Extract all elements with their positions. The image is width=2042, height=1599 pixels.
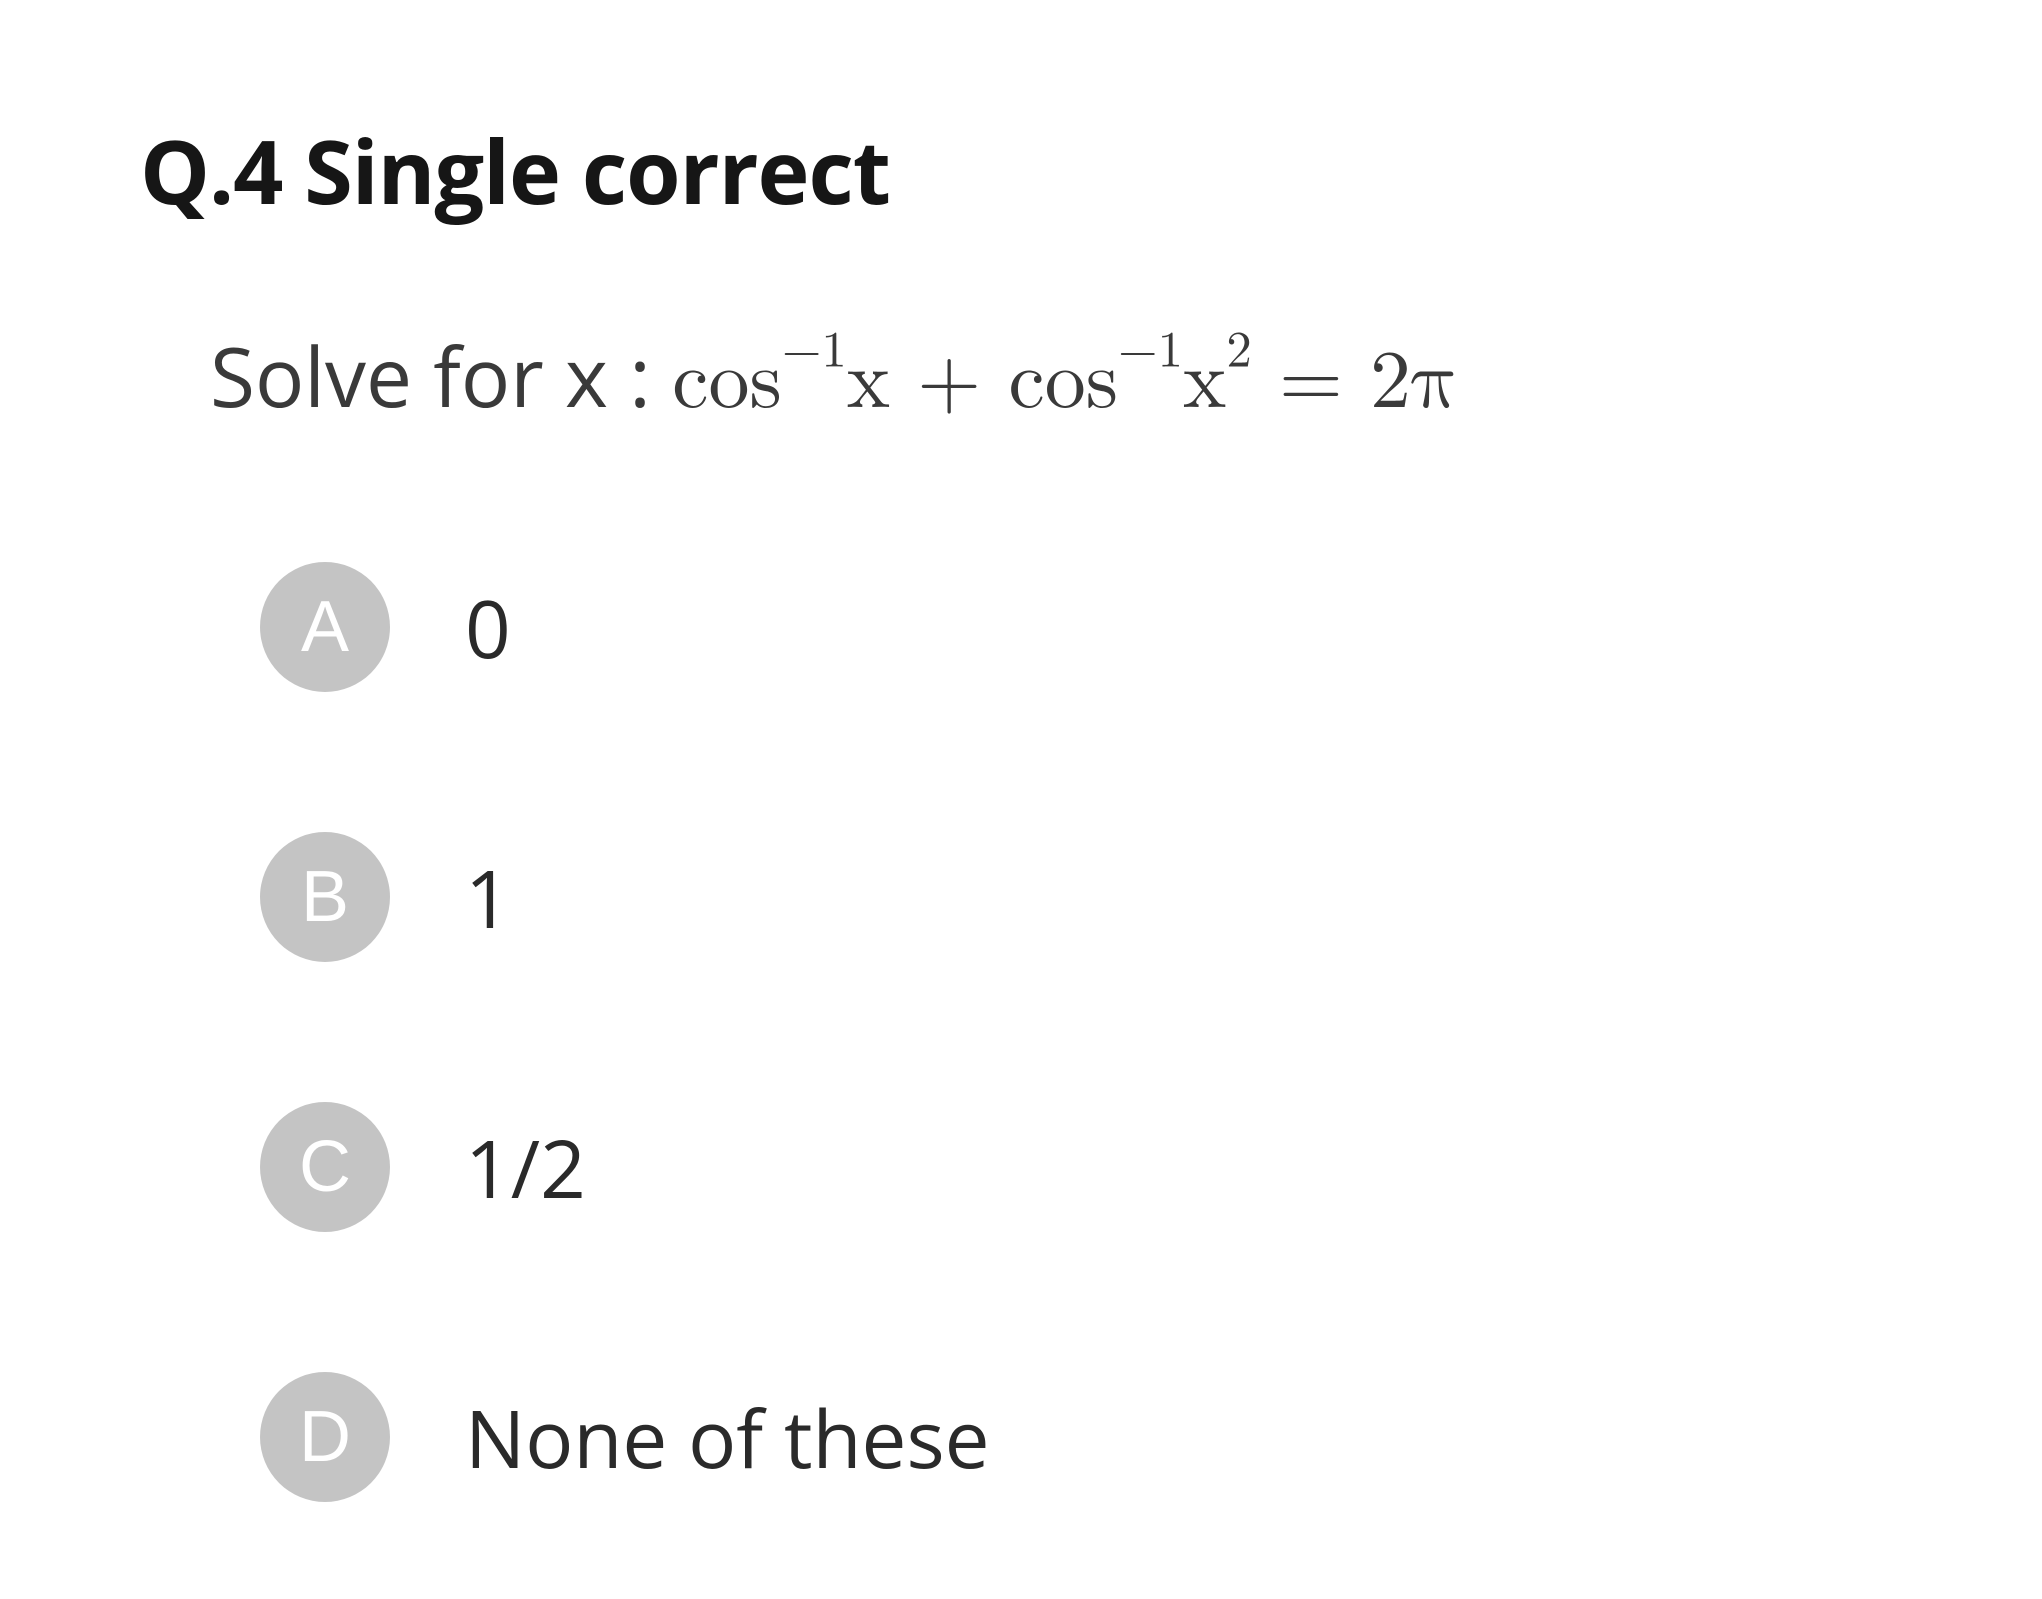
exp-minus1-a: −1 [782, 325, 847, 376]
option-badge-c: C [260, 1102, 390, 1232]
question-page: Q.4 Single correct Solve for x : cos−1x … [0, 0, 2042, 1599]
option-text-b: 1 [465, 843, 511, 952]
options-list: A 0 B 1 C 1/2 D None of these [260, 562, 1902, 1502]
exp-squared: 2 [1226, 325, 1251, 376]
option-d[interactable]: D None of these [260, 1372, 1902, 1502]
equals-sign: = [1252, 341, 1370, 423]
question-heading: Q.4 Single correct [140, 110, 1902, 230]
option-badge-a: A [260, 562, 390, 692]
option-text-c: 1/2 [465, 1113, 586, 1222]
option-a[interactable]: A 0 [260, 562, 1902, 692]
exp-minus1-b: −1 [1118, 325, 1183, 376]
option-text-d: None of these [465, 1383, 990, 1492]
var-x-a: x [847, 341, 890, 423]
question-prefix: Solve for x : [210, 320, 672, 432]
cos-2: cos [1008, 341, 1118, 423]
var-x-b: x [1183, 341, 1226, 423]
rhs-2pi: 2π [1370, 341, 1459, 423]
option-c[interactable]: C 1/2 [260, 1102, 1902, 1232]
equation: cos−1x + cos−1x2 = 2π [672, 341, 1459, 423]
question-text: Solve for x : cos−1x + cos−1x2 = 2π [210, 320, 1902, 432]
plus-sign: + [890, 341, 1008, 423]
option-badge-b: B [260, 832, 390, 962]
cos-1: cos [672, 341, 782, 423]
option-badge-d: D [260, 1372, 390, 1502]
option-text-a: 0 [465, 573, 511, 682]
option-b[interactable]: B 1 [260, 832, 1902, 962]
